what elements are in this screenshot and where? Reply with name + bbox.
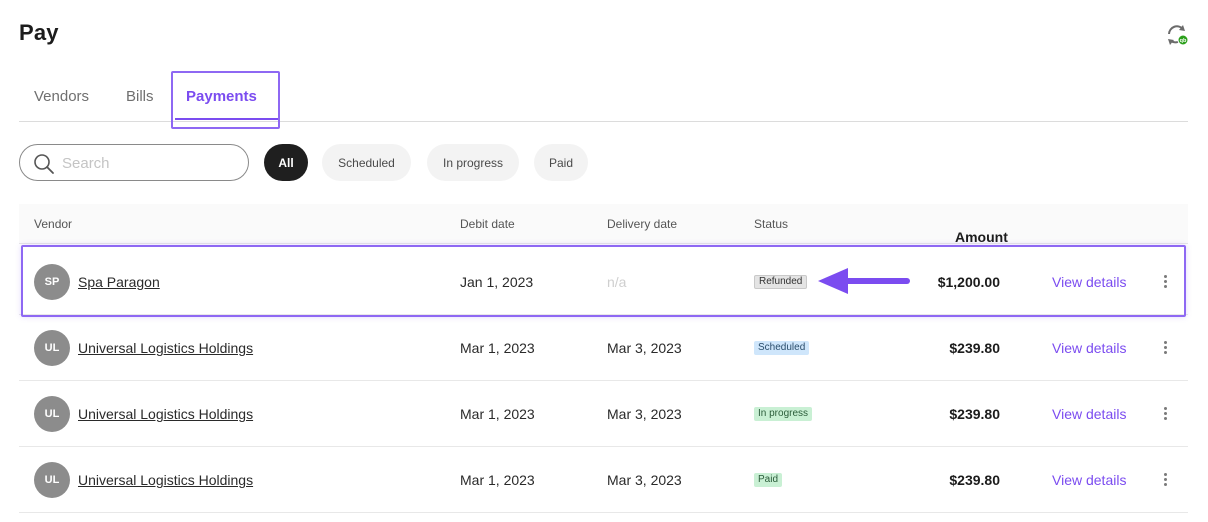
tab-bills[interactable]: Bills: [126, 88, 154, 105]
quickbooks-sync-button[interactable]: qb: [1164, 22, 1190, 48]
table-row[interactable]: UL Universal Logistics Holdings Mar 1, 2…: [19, 315, 1188, 381]
more-vertical-icon[interactable]: [1160, 273, 1170, 291]
header-vendor[interactable]: Vendor: [34, 217, 72, 231]
status-badge: In progress: [754, 407, 813, 421]
table-row[interactable]: UL Universal Logistics Holdings Mar 1, 2…: [19, 447, 1188, 513]
search-icon: [34, 154, 54, 174]
header-delivery-date[interactable]: Delivery date: [607, 217, 677, 231]
search-input[interactable]: [62, 151, 242, 175]
debit-date: Mar 1, 2023: [460, 406, 535, 422]
status-badge: Refunded: [754, 275, 808, 289]
view-details-link[interactable]: View details: [1052, 472, 1126, 488]
table-header: Vendor Debit date Delivery date Status A…: [19, 204, 1188, 245]
active-tab-indicator: [175, 118, 279, 120]
status-badge: Scheduled: [754, 341, 810, 355]
status-badge: Paid: [754, 473, 783, 487]
debit-date: Mar 1, 2023: [460, 472, 535, 488]
svg-text:qb: qb: [1180, 38, 1187, 44]
vendor-link[interactable]: Universal Logistics Holdings: [78, 406, 253, 422]
more-vertical-icon[interactable]: [1160, 339, 1170, 357]
delivery-date: n/a: [607, 274, 627, 290]
more-vertical-icon[interactable]: [1160, 405, 1170, 423]
delivery-date: Mar 3, 2023: [607, 406, 682, 422]
vendor-link[interactable]: Spa Paragon: [78, 274, 160, 290]
filter-all[interactable]: All: [264, 144, 308, 181]
view-details-link[interactable]: View details: [1052, 406, 1126, 422]
avatar: UL: [34, 462, 70, 498]
avatar: UL: [34, 330, 70, 366]
view-details-link[interactable]: View details: [1052, 274, 1126, 290]
filter-scheduled[interactable]: Scheduled: [322, 144, 411, 181]
vendor-link[interactable]: Universal Logistics Holdings: [78, 340, 253, 356]
amount: $239.80: [949, 406, 1000, 422]
debit-date: Jan 1, 2023: [460, 274, 534, 290]
table-row[interactable]: UL Universal Logistics Holdings Mar 1, 2…: [19, 381, 1188, 447]
avatar: SP: [34, 264, 70, 300]
amount: $1,200.00: [937, 274, 1000, 290]
delivery-date: Mar 3, 2023: [607, 340, 682, 356]
header-debit-date[interactable]: Debit date: [460, 217, 515, 231]
view-details-link[interactable]: View details: [1052, 340, 1126, 356]
header-amount[interactable]: Amount: [955, 229, 1008, 245]
quickbooks-sync-icon: qb: [1168, 25, 1189, 46]
header-status[interactable]: Status: [754, 217, 788, 231]
table-row[interactable]: SP Spa Paragon Jan 1, 2023 n/a Refunded …: [19, 249, 1188, 315]
tab-vendors[interactable]: Vendors: [34, 88, 89, 105]
filter-in-progress[interactable]: In progress: [427, 144, 519, 181]
vendor-link[interactable]: Universal Logistics Holdings: [78, 472, 253, 488]
search-box[interactable]: [19, 144, 249, 181]
more-vertical-icon[interactable]: [1160, 471, 1170, 489]
filter-paid[interactable]: Paid: [534, 144, 588, 181]
page-title: Pay: [19, 20, 59, 45]
avatar: UL: [34, 396, 70, 432]
tab-bar: Vendors Bills Payments: [19, 72, 1188, 122]
amount: $239.80: [949, 472, 1000, 488]
debit-date: Mar 1, 2023: [460, 340, 535, 356]
amount: $239.80: [949, 340, 1000, 356]
delivery-date: Mar 3, 2023: [607, 472, 682, 488]
tab-payments[interactable]: Payments: [186, 88, 257, 105]
